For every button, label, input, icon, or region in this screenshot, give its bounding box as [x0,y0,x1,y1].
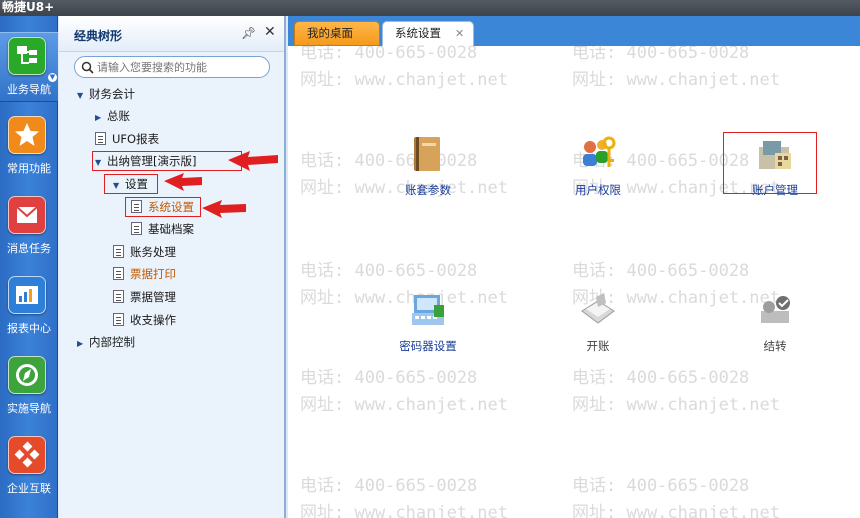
chevron-down-icon[interactable]: ▼ [77,87,89,105]
book-icon [414,137,440,171]
watermark-text: 电话: 400-665-0028 [572,476,750,496]
highlight-box [104,174,158,194]
tree-node-internal-control[interactable]: ▶ 内部控制 [77,333,135,351]
document-icon [113,313,124,326]
tab-desktop[interactable]: 我的桌面 [294,21,380,46]
highlight-box [125,197,201,217]
search-box [74,56,270,78]
search-input[interactable] [97,59,265,75]
func-account-params[interactable]: 账套参数 [378,133,478,198]
carry-over-icon [761,296,790,323]
star-icon [8,116,46,154]
watermark-text: 电话: 400-665-0028 [300,368,478,388]
rail-label: 消息任务 [7,242,51,255]
func-user-permission[interactable]: 用户权限 [548,133,648,198]
tree-node-basic-archive[interactable]: 基础档案 [131,220,194,238]
rail-label: 业务导航 [7,83,51,96]
watermark-text: 网址: www.chanjet.net [572,70,780,90]
document-icon [113,290,124,303]
rail-item-enterprise[interactable]: 企业互联 [0,432,58,502]
watermark-text: 网址: www.chanjet.net [300,395,508,415]
func-open-account[interactable]: 开账 [548,289,648,354]
watermark-text: 电话: 400-665-0028 [300,261,478,281]
watermark-text: 网址: www.chanjet.net [572,395,780,415]
highlight-box [92,151,242,171]
panel-title: 经典树形 [74,29,123,43]
highlight-box [723,132,817,194]
business-nav-icon [8,37,46,75]
tree-node-bill-print[interactable]: 票据打印 [113,265,176,283]
user-key-icon [583,136,616,167]
watermark-text: 网址: www.chanjet.net [300,503,508,518]
compass-icon [8,356,46,394]
close-icon[interactable]: ✕ [264,24,276,40]
tree-node-accounting[interactable]: 账务处理 [113,243,176,261]
watermark-text: 电话: 400-665-0028 [572,261,750,281]
tree-panel: 经典树形 📌︎ ✕ ▼财务会计 ▶总账 UFO报表 ▼出纳管理[演示版] ▼设置… [59,16,286,518]
open-book-icon [581,293,615,324]
func-carry-over[interactable]: 结转 [725,289,825,354]
app-logo: 畅捷U8+ [2,0,55,14]
main-content: 我的桌面 系统设置 ✕ 电话: 400-665-0028 网址: www.chan… [288,16,860,518]
watermark-text: 网址: www.chanjet.net [572,503,780,518]
search-icon [81,61,94,74]
close-icon[interactable]: ✕ [455,22,464,45]
rail-item-common[interactable]: 常用功能 [0,112,58,182]
chevron-right-icon[interactable]: ▶ [77,335,89,353]
rail-label: 报表中心 [7,322,51,335]
title-bar: 畅捷U8+ [0,0,860,16]
rail-label: 常用功能 [7,162,51,175]
tab-system-settings[interactable]: 系统设置 ✕ [382,21,474,46]
nav-rail: ▼ 业务导航 常用功能 消息任务 报表中心 实施导航 企业互联 [0,16,58,518]
watermark-text: 电话: 400-665-0028 [300,476,478,496]
rail-label: 实施导航 [7,402,51,415]
panel-header: 经典树形 📌︎ ✕ [59,16,284,52]
tree-node-general-ledger[interactable]: ▶ 总账 [95,107,130,125]
enterprise-icon [8,436,46,474]
tree-node-finance[interactable]: ▼ 财务会计 [77,85,135,103]
tree-node-ufo-report[interactable]: UFO报表 [95,130,159,148]
document-icon [131,222,142,235]
report-icon [8,276,46,314]
rail-item-report[interactable]: 报表中心 [0,272,58,342]
rail-item-message[interactable]: 消息任务 [0,192,58,262]
rail-item-implementation[interactable]: 实施导航 [0,352,58,422]
document-icon [95,132,106,145]
tree-node-bill-manage[interactable]: 票据管理 [113,288,176,306]
password-device-icon [412,295,444,325]
rail-item-business-nav[interactable]: ▼ 业务导航 [0,32,58,102]
pin-icon[interactable]: 📌︎ [241,26,256,40]
message-icon [8,196,46,234]
tab-bar: 我的桌面 系统设置 ✕ [288,16,860,46]
document-icon [113,267,124,280]
watermark-text: 电话: 400-665-0028 [572,368,750,388]
tree-node-income-expense[interactable]: 收支操作 [113,311,176,329]
chevron-right-icon[interactable]: ▶ [95,109,107,127]
func-password-device[interactable]: 密码器设置 [378,289,478,354]
rail-label: 企业互联 [7,482,51,495]
document-icon [113,245,124,258]
watermark-text: 网址: www.chanjet.net [300,70,508,90]
